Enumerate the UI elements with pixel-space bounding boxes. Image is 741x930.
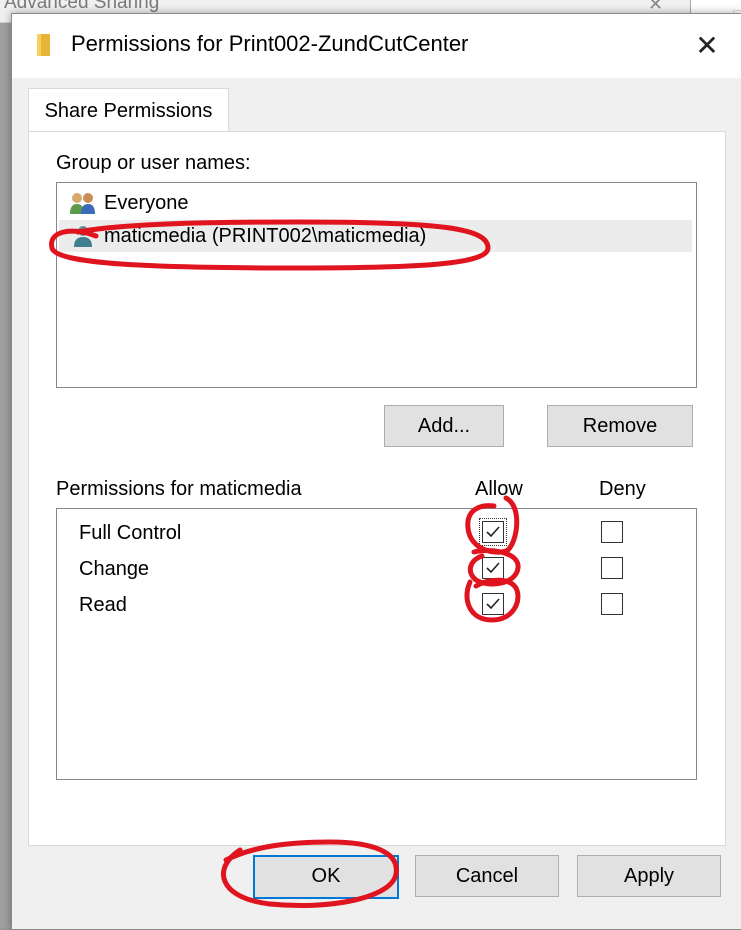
checkmark-icon <box>486 598 500 610</box>
group-user-names-label: Group or user names: <box>56 152 251 174</box>
cancel-button[interactable]: Cancel <box>415 855 559 897</box>
permissions-for-label: Permissions for maticmedia <box>56 478 302 500</box>
allow-column-header: Allow <box>475 478 523 500</box>
checkmark-icon <box>486 562 500 574</box>
checkmark-icon <box>486 526 500 538</box>
allow-full-control-checkbox[interactable] <box>479 518 507 546</box>
permission-read-label: Read <box>79 594 127 616</box>
list-item-label: Everyone <box>104 192 189 214</box>
deny-change-checkbox[interactable] <box>601 557 623 579</box>
background-window-title: Advanced Sharing <box>4 0 160 13</box>
deny-full-control-checkbox[interactable] <box>601 521 623 543</box>
permission-full-control-label: Full Control <box>79 522 182 544</box>
permissions-list: Full Control Change Read <box>56 508 697 780</box>
deny-read-checkbox[interactable] <box>601 593 623 615</box>
close-button[interactable]: ✕ <box>683 22 731 68</box>
share-permissions-panel: Group or user names: Everyone maticmedia… <box>28 131 726 846</box>
remove-button[interactable]: Remove <box>547 405 693 447</box>
user-listbox[interactable]: Everyone maticmedia (PRINT002\maticmedia… <box>56 182 697 388</box>
list-item-everyone[interactable]: Everyone <box>59 187 692 219</box>
user-icon <box>74 226 92 247</box>
list-item-maticmedia[interactable]: maticmedia (PRINT002\maticmedia) <box>59 220 692 252</box>
folder-icon <box>37 34 50 56</box>
ok-button[interactable]: OK <box>253 855 399 899</box>
allow-change-checkbox[interactable] <box>482 557 504 579</box>
dialog-title: Permissions for Print002-ZundCutCenter <box>71 31 469 56</box>
tab-strip: Share Permissions <box>28 88 728 133</box>
close-icon: ✕ <box>695 29 719 61</box>
permission-change-label: Change <box>79 558 150 580</box>
dialog-titlebar: Permissions for Print002-ZundCutCenter ✕ <box>12 14 741 78</box>
add-button[interactable]: Add... <box>384 405 504 447</box>
apply-button[interactable]: Apply <box>577 855 721 897</box>
group-icon <box>70 193 95 214</box>
deny-column-header: Deny <box>599 478 646 500</box>
allow-read-checkbox[interactable] <box>482 593 504 615</box>
permissions-dialog: Permissions for Print002-ZundCutCenter ✕… <box>11 13 741 930</box>
tab-share-permissions[interactable]: Share Permissions <box>28 88 229 133</box>
list-item-label: maticmedia (PRINT002\maticmedia) <box>104 225 427 247</box>
